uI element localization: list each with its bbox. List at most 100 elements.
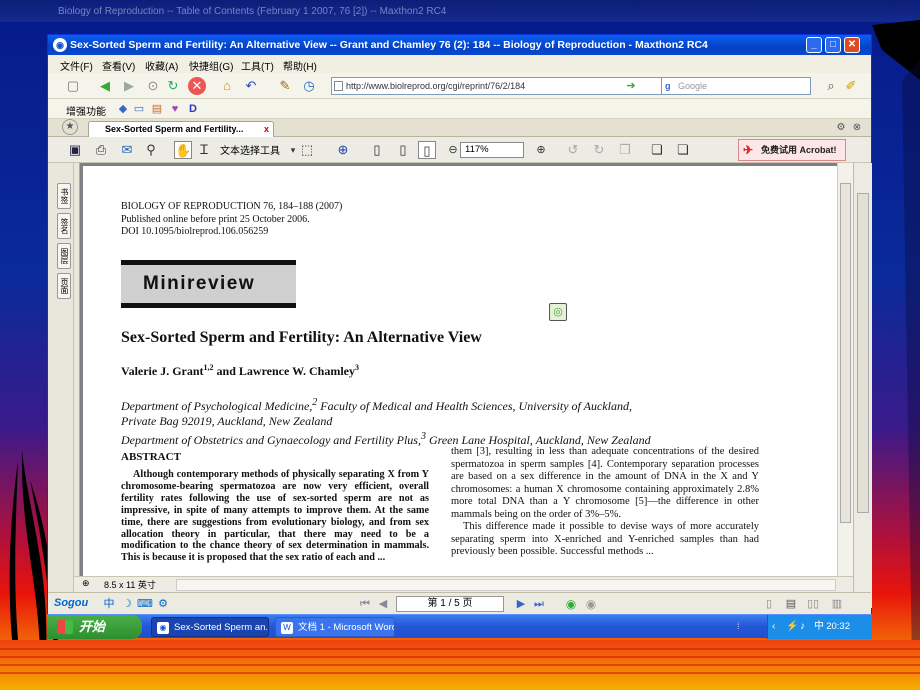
network-icon[interactable]: ⚡ (786, 615, 798, 639)
background-window-title: Biology of Reproduction -- Table of Cont… (58, 6, 447, 17)
stop-circle-icon[interactable]: ⊙ (144, 77, 162, 95)
browser-status-bar: Sogou 中 ☽ ⌨ ⚙ ⏮ ◀ 第 1 / 5 页 ▶ ⏭ ◉ ◉ ▯ ▤ … (48, 592, 871, 614)
taskbar-item-browser[interactable]: ◉ Sex-Sorted Sperm an... (151, 617, 269, 637)
tab-close-all-icon[interactable]: ⊗ (848, 119, 866, 137)
side-tab-bookmarks[interactable]: 书签 (57, 183, 71, 209)
page-counter[interactable]: 第 1 / 5 页 (396, 596, 504, 612)
find-icon[interactable]: ⚲ (142, 141, 160, 159)
side-tab-signatures[interactable]: 签名 (57, 213, 71, 239)
moon-icon[interactable]: ☽ (118, 595, 136, 613)
settings-icon[interactable]: ⚙ (154, 595, 172, 613)
search-icon[interactable]: ⌕ (822, 77, 840, 95)
continuous-icon[interactable]: ❏ (674, 141, 692, 159)
annotation-icon[interactable]: ◎ (549, 303, 567, 321)
menu-tools[interactable]: 工具(T) (241, 58, 274, 73)
go-icon[interactable]: ➔ (622, 77, 640, 95)
title-bar[interactable]: ◉ Sex-Sorted Sperm and Fertility: An Alt… (48, 35, 871, 55)
menu-favorites[interactable]: 收藏(A) (145, 58, 178, 73)
single-continuous-icon[interactable]: ▤ (782, 595, 800, 613)
address-bar[interactable]: http://www.biolreprod.org/cgi/reprint/76… (331, 77, 669, 95)
copy-icon[interactable]: ❐ (616, 141, 634, 159)
history-icon[interactable]: ◷ (300, 77, 318, 95)
fit-width-icon[interactable]: ▯ (418, 141, 436, 159)
menu-groups[interactable]: 快捷组(G) (189, 58, 233, 73)
highlight-icon[interactable]: ✐ (842, 77, 860, 95)
sogou-logo[interactable]: Sogou (54, 597, 88, 609)
tools-icon[interactable]: ✎ (276, 77, 294, 95)
taskbar-item-word[interactable]: W 文档 1 - Microsoft Word (275, 617, 395, 637)
tab-close-icon[interactable]: x (264, 122, 269, 136)
browser-task-icon: ◉ (157, 622, 169, 634)
first-page-icon[interactable]: ⏮ (356, 595, 374, 613)
keyboard-icon[interactable]: ⌨ (136, 595, 154, 613)
last-page-icon[interactable]: ⏭ (530, 595, 548, 613)
enhance-label[interactable]: 增强功能 (66, 103, 106, 118)
author-2-sup: 3 (355, 363, 360, 372)
two-page-icon[interactable]: ❏ (648, 141, 666, 159)
new-tab-icon[interactable]: ▢ (64, 77, 82, 95)
clock[interactable]: 20:32 (826, 615, 850, 639)
zoom-in-small-icon[interactable]: ⊕ (532, 141, 550, 159)
section-badge: Minireview (121, 260, 296, 308)
tab-active[interactable]: Sex-Sorted Sperm and Fertility... x (88, 121, 274, 137)
author-1: Valerie J. Grant (121, 364, 204, 378)
cup-icon[interactable]: ♥ (166, 100, 184, 118)
side-tab-pages[interactable]: 页面 (57, 273, 71, 299)
history-forward-icon[interactable]: ◉ (582, 595, 600, 613)
volume-icon[interactable]: ♪ (800, 615, 805, 639)
input-method-icon[interactable]: 中 (100, 595, 118, 613)
window-icon[interactable]: ▭ (130, 100, 148, 118)
menu-file[interactable]: 文件(F) (60, 58, 93, 73)
published-line: Published online before print 25 October… (121, 213, 310, 225)
undo-close-icon[interactable]: ↶ (242, 77, 260, 95)
side-tab-layers[interactable]: 图层 (57, 243, 71, 269)
rotate-left-icon[interactable]: ↺ (564, 141, 582, 159)
facing-continuous-icon[interactable]: ▥ (828, 595, 846, 613)
d-plugin-icon[interactable]: D (184, 100, 202, 118)
text-select-tool[interactable]: 文本选择工具 (220, 142, 280, 157)
browser-scroll-thumb[interactable] (857, 193, 869, 513)
print-icon[interactable]: ⎙ (92, 141, 110, 159)
home-icon[interactable]: ⌂ (218, 77, 236, 95)
email-icon[interactable]: ✉ (118, 141, 136, 159)
horizontal-scrollbar[interactable] (176, 579, 836, 591)
star-icon[interactable]: ★ (62, 119, 78, 135)
start-button[interactable]: 开始 (47, 615, 142, 639)
close-button[interactable]: ✕ (844, 37, 860, 53)
zoom-in-icon[interactable]: ⊕ (334, 141, 352, 159)
hand-tool-icon[interactable]: ✋ (174, 141, 192, 159)
scroll-thumb[interactable] (840, 183, 851, 523)
document-vertical-scrollbar[interactable] (837, 163, 853, 576)
zoom-level[interactable]: 117% (460, 142, 524, 158)
doi-line: DOI 10.1095/biolreprod.106.056259 (121, 226, 269, 237)
facing-icon[interactable]: ▯▯ (804, 595, 822, 613)
minimize-button[interactable]: _ (806, 37, 822, 53)
document-viewport[interactable]: BIOLOGY OF REPRODUCTION 76, 184–188 (200… (80, 163, 837, 576)
history-back-icon[interactable]: ◉ (562, 595, 580, 613)
fit-page-icon[interactable]: ▯ (394, 141, 412, 159)
save-icon[interactable]: ▣ (66, 141, 84, 159)
back-icon[interactable]: ◀ (96, 77, 114, 95)
refresh-icon[interactable]: ↻ (164, 77, 182, 95)
snapshot-icon[interactable]: ⬚ (298, 141, 316, 159)
author-2: and Lawrence W. Chamley (213, 364, 356, 378)
forward-icon[interactable]: ▶ (120, 77, 138, 95)
try-acrobat-button[interactable]: ✈ 免费试用 Acrobat! (738, 139, 846, 161)
next-page-icon[interactable]: ▶ (512, 595, 530, 613)
navigation-toolbar: ▢ ◀ ▶ ⊙ ↻ ✕ ⌂ ↶ ✎ ◷ http://www.biolrepro… (48, 73, 871, 99)
browser-vertical-scrollbar[interactable] (853, 163, 872, 608)
menu-view[interactable]: 查看(V) (102, 58, 135, 73)
tray-arrow-icon[interactable]: ‹ (772, 615, 775, 639)
bookmark-icon[interactable]: ▤ (148, 100, 166, 118)
rotate-right-icon[interactable]: ↻ (590, 141, 608, 159)
address-url: http://www.biolreprod.org/cgi/reprint/76… (346, 81, 526, 91)
ime-icon[interactable]: 中 (814, 615, 824, 639)
maximize-button[interactable]: □ (825, 37, 841, 53)
pin-icon[interactable]: ⊕ (82, 578, 90, 589)
stop-icon[interactable]: ✕ (188, 77, 206, 95)
prev-page-icon[interactable]: ◀ (374, 595, 392, 613)
search-input[interactable]: g Google (661, 77, 811, 95)
single-page-icon[interactable]: ▯ (760, 595, 778, 613)
menu-help[interactable]: 帮助(H) (283, 58, 317, 73)
actual-size-icon[interactable]: ▯ (368, 141, 386, 159)
